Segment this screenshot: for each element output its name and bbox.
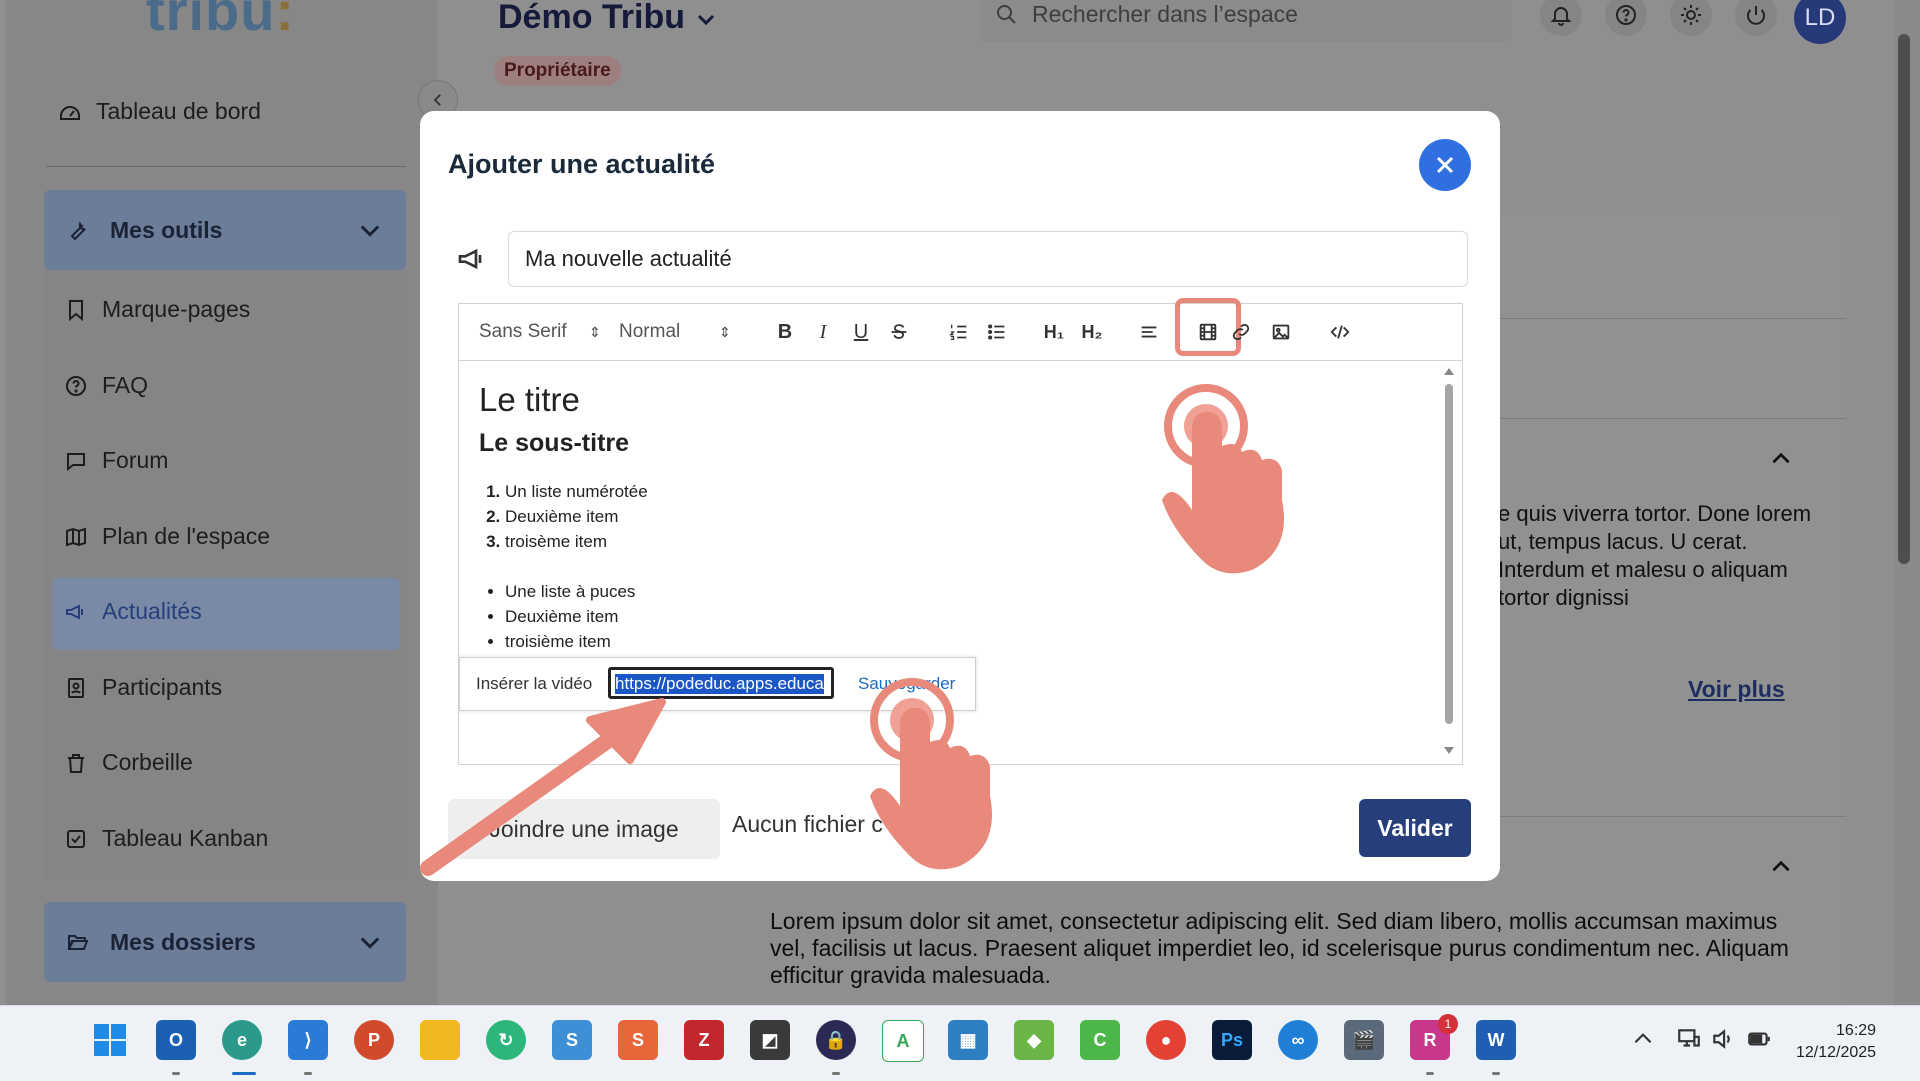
app-window: tribu: Tableau de bord Mes outils Marque… [0,0,1920,1005]
photoshop-icon[interactable]: Ps [1212,1020,1252,1060]
notification-badge: 1 [1438,1014,1458,1034]
active-indicator [232,1072,256,1075]
outlook-icon[interactable]: O [156,1020,196,1060]
start-button[interactable] [90,1020,130,1060]
file-explorer-icon[interactable] [420,1020,460,1060]
layers-app-icon[interactable]: ◆ [1014,1020,1054,1060]
clock-date: 12/12/2025 [1796,1044,1877,1061]
filezilla-icon[interactable]: Z [684,1020,724,1060]
network-icon[interactable] [1676,1026,1702,1052]
running-indicator [172,1072,180,1075]
nextcloud-icon[interactable]: ∞ [1278,1020,1318,1060]
vpn-lock-icon[interactable]: 🔒 [816,1020,856,1060]
arrow-annotation [420,698,666,876]
powerpoint-icon[interactable]: P [354,1020,394,1060]
chevron-up-icon[interactable] [1630,1026,1656,1052]
windows-icon [94,1024,126,1056]
running-indicator [1492,1072,1500,1075]
tap-hand-icon [1162,384,1284,574]
clock[interactable]: 16:29 12/12/2025 [1796,1020,1876,1064]
tap-hand-icon [870,678,992,870]
s-app-icon[interactable]: S [552,1020,592,1060]
edge-icon[interactable]: e [222,1020,262,1060]
battery-icon[interactable] [1746,1026,1772,1052]
screenshot-app-icon[interactable]: ◩ [750,1020,790,1060]
word-icon[interactable]: W [1476,1020,1516,1060]
refresh-app-icon[interactable]: ↻ [486,1020,526,1060]
taskbar: O e ⟩ P ↻ S S Z ◩ 🔒 A ▦ ◆ C ● Ps ∞ 🎬 R 1… [0,1005,1920,1081]
running-indicator [1426,1072,1434,1075]
tutorial-annotations [420,384,1284,876]
vscode-icon[interactable]: ⟩ [288,1020,328,1060]
running-indicator [304,1072,312,1075]
video-editor-icon[interactable]: 🎬 [1344,1020,1384,1060]
chrome-icon[interactable]: ● [1146,1020,1186,1060]
volume-icon[interactable] [1710,1026,1736,1052]
running-indicator [832,1072,840,1075]
c-app-icon[interactable]: C [1080,1020,1120,1060]
a-app-icon[interactable]: A [882,1020,924,1062]
s-orange-app-icon[interactable]: S [618,1020,658,1060]
cube-app-icon[interactable]: ▦ [948,1020,988,1060]
clock-time: 16:29 [1836,1022,1877,1039]
